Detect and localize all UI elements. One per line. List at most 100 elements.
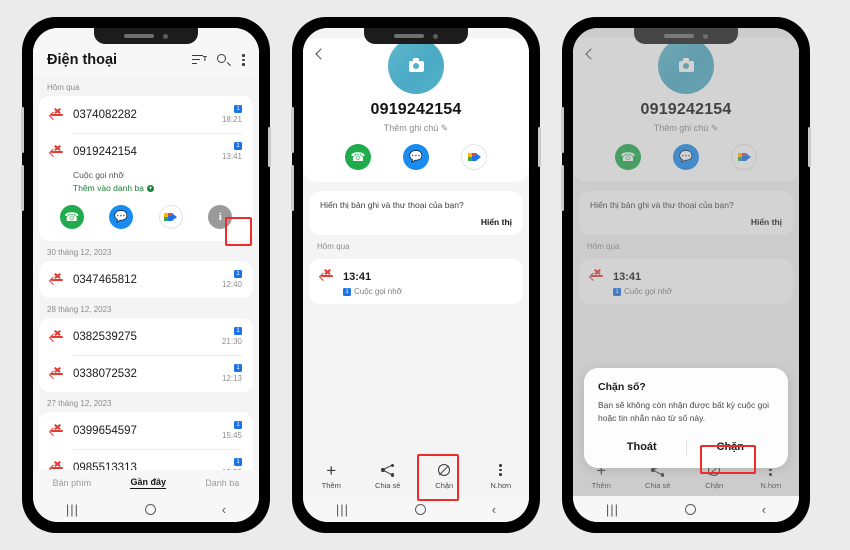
log-time: 13:41 xyxy=(343,271,372,283)
android-navigation-bar: ||| ‹ xyxy=(573,496,799,522)
volume-up-button[interactable] xyxy=(291,107,294,153)
power-button[interactable] xyxy=(538,127,541,167)
device-notch xyxy=(364,28,468,44)
date-group-label: Hôm qua xyxy=(47,83,80,92)
camera-icon xyxy=(408,57,424,72)
share-label: Chia sẻ xyxy=(375,480,401,490)
call-meta: 1 18:21 xyxy=(222,105,242,124)
more-label: N.hơn xyxy=(490,480,512,490)
share-button[interactable]: Chia sẻ xyxy=(365,463,411,490)
add-button[interactable]: + Thêm xyxy=(308,462,354,490)
front-camera-icon xyxy=(433,33,438,39)
missed-call-icon xyxy=(50,424,64,437)
table-row[interactable]: 0374082282 1 18:21 xyxy=(39,96,253,133)
add-label: Thêm xyxy=(321,480,341,490)
info-action-button[interactable]: i xyxy=(208,205,233,229)
call-action-button[interactable]: ☎ xyxy=(59,205,84,229)
tab-keypad[interactable]: Bàn phím xyxy=(53,478,92,488)
call-meta: 1 13:41 xyxy=(222,142,242,161)
table-row[interactable]: 0347465812 1 12:40 xyxy=(39,261,253,298)
tab-recents[interactable]: Gần đây xyxy=(130,477,166,489)
recents-nav-icon[interactable]: ||| xyxy=(336,503,349,516)
call-meta: 1 12:40 xyxy=(222,270,242,289)
add-note-link[interactable]: Thêm ghi chú ✎ xyxy=(303,123,529,134)
search-icon[interactable] xyxy=(217,53,231,67)
more-button[interactable]: N.hơn xyxy=(478,463,524,490)
contact-number: 0919242154 xyxy=(370,101,462,118)
info-icon: i xyxy=(218,211,222,223)
call-meta: 1 12:13 xyxy=(222,364,242,383)
phone-device-3: 0919242154 Thêm ghi chú ✎ ☎ 💬 Hiển thị b… xyxy=(561,17,811,533)
status-badge: 1 xyxy=(234,458,242,466)
dialog-body: Bạn sẽ không còn nhận được bất kỳ cuộc g… xyxy=(598,400,769,423)
power-button[interactable] xyxy=(808,127,811,167)
call-time: 21:30 xyxy=(221,337,242,346)
date-group-label: 27 tháng 12, 2023 xyxy=(47,399,112,408)
google-meet-icon xyxy=(467,152,481,162)
message-action-button[interactable]: 💬 xyxy=(109,205,134,229)
phone-1-screen: Điện thoại T Hôm qua 0374082282 1 18:21 … xyxy=(33,28,259,522)
expanded-call-details: Cuộc gọi nhỡ Thêm vào danh bạ + xyxy=(39,170,253,199)
call-group-card: 0382539275 1 21:30 0338072532 1 12:13 xyxy=(39,318,253,392)
block-number-dialog: Chặn số? Bạn sẽ không còn nhận được bất … xyxy=(584,368,788,468)
avatar[interactable] xyxy=(388,38,444,94)
status-badge: 1 xyxy=(343,287,351,296)
home-nav-icon[interactable] xyxy=(684,503,696,515)
back-nav-icon[interactable]: ‹ xyxy=(762,503,766,516)
add-to-contacts-label: Thêm vào danh bạ xyxy=(73,183,144,193)
tab-contacts[interactable]: Danh bạ xyxy=(205,478,239,488)
home-nav-icon[interactable] xyxy=(144,503,156,515)
share-icon xyxy=(381,463,395,477)
log-type-label: Cuộc gọi nhỡ xyxy=(354,287,402,296)
banner-action-button[interactable]: Hiển thị xyxy=(320,217,512,227)
table-row[interactable]: 0338072532 1 12:13 xyxy=(39,355,253,392)
call-time: 12:40 xyxy=(221,280,242,289)
call-history-item[interactable]: 13:41 1 Cuộc gọi nhỡ xyxy=(309,259,523,304)
date-group-label: Hôm qua xyxy=(317,242,350,251)
home-nav-icon[interactable] xyxy=(414,503,426,515)
android-navigation-bar: ||| ‹ xyxy=(303,496,529,522)
call-number: 0338072532 xyxy=(73,367,137,380)
sort-icon[interactable]: T xyxy=(192,54,207,66)
phone-icon: ☎ xyxy=(64,210,80,224)
confirm-block-button[interactable]: Chặn xyxy=(687,434,775,460)
missed-call-icon xyxy=(50,273,64,286)
call-group-card: 0374082282 1 18:21 0919242154 1 13:41 Cu… xyxy=(39,96,253,241)
cancel-button[interactable]: Thoát xyxy=(598,434,686,460)
phone-device-1: Điện thoại T Hôm qua 0374082282 1 18:21 … xyxy=(21,17,271,533)
call-time: 13:41 xyxy=(221,152,242,161)
speaker-grille xyxy=(394,34,424,38)
status-badge: 1 xyxy=(234,364,242,372)
contact-action-row: ☎ 💬 xyxy=(303,134,529,170)
speaker-grille xyxy=(124,34,154,38)
meet-action-button[interactable] xyxy=(461,144,487,170)
recents-nav-icon[interactable]: ||| xyxy=(66,503,79,516)
status-badge: 1 xyxy=(234,421,242,429)
back-nav-icon[interactable]: ‹ xyxy=(492,503,496,516)
table-row[interactable]: 0382539275 1 21:30 xyxy=(39,318,253,355)
block-button[interactable]: Chặn xyxy=(421,463,467,490)
call-action-button[interactable]: ☎ xyxy=(345,144,371,170)
volume-down-button[interactable] xyxy=(561,165,564,211)
block-label: Chặn xyxy=(435,480,454,490)
table-row[interactable]: 0399654597 1 15:45 xyxy=(39,412,253,449)
bottom-tab-bar: Bàn phím Gần đây Danh bạ xyxy=(33,470,259,496)
more-options-icon[interactable] xyxy=(242,54,245,66)
volume-up-button[interactable] xyxy=(21,107,24,153)
front-camera-icon xyxy=(163,33,168,39)
volume-down-button[interactable] xyxy=(291,165,294,211)
detail-bottom-bar: + Thêm Chia sẻ Chặn N.hơn xyxy=(303,456,529,496)
missed-call-icon xyxy=(50,367,64,380)
volume-up-button[interactable] xyxy=(561,107,564,153)
status-badge: 1 xyxy=(234,327,242,335)
contact-hero: 0919242154 Thêm ghi chú ✎ ☎ 💬 xyxy=(303,38,529,182)
add-to-contacts-link[interactable]: Thêm vào danh bạ + xyxy=(73,183,242,193)
back-nav-icon[interactable]: ‹ xyxy=(222,503,226,516)
message-action-button[interactable]: 💬 xyxy=(403,144,429,170)
table-row[interactable]: 0919242154 1 13:41 xyxy=(39,133,253,170)
power-button[interactable] xyxy=(268,127,271,167)
meet-action-button[interactable] xyxy=(158,205,183,229)
volume-down-button[interactable] xyxy=(21,165,24,211)
block-icon xyxy=(438,464,451,476)
recents-nav-icon[interactable]: ||| xyxy=(606,503,619,516)
